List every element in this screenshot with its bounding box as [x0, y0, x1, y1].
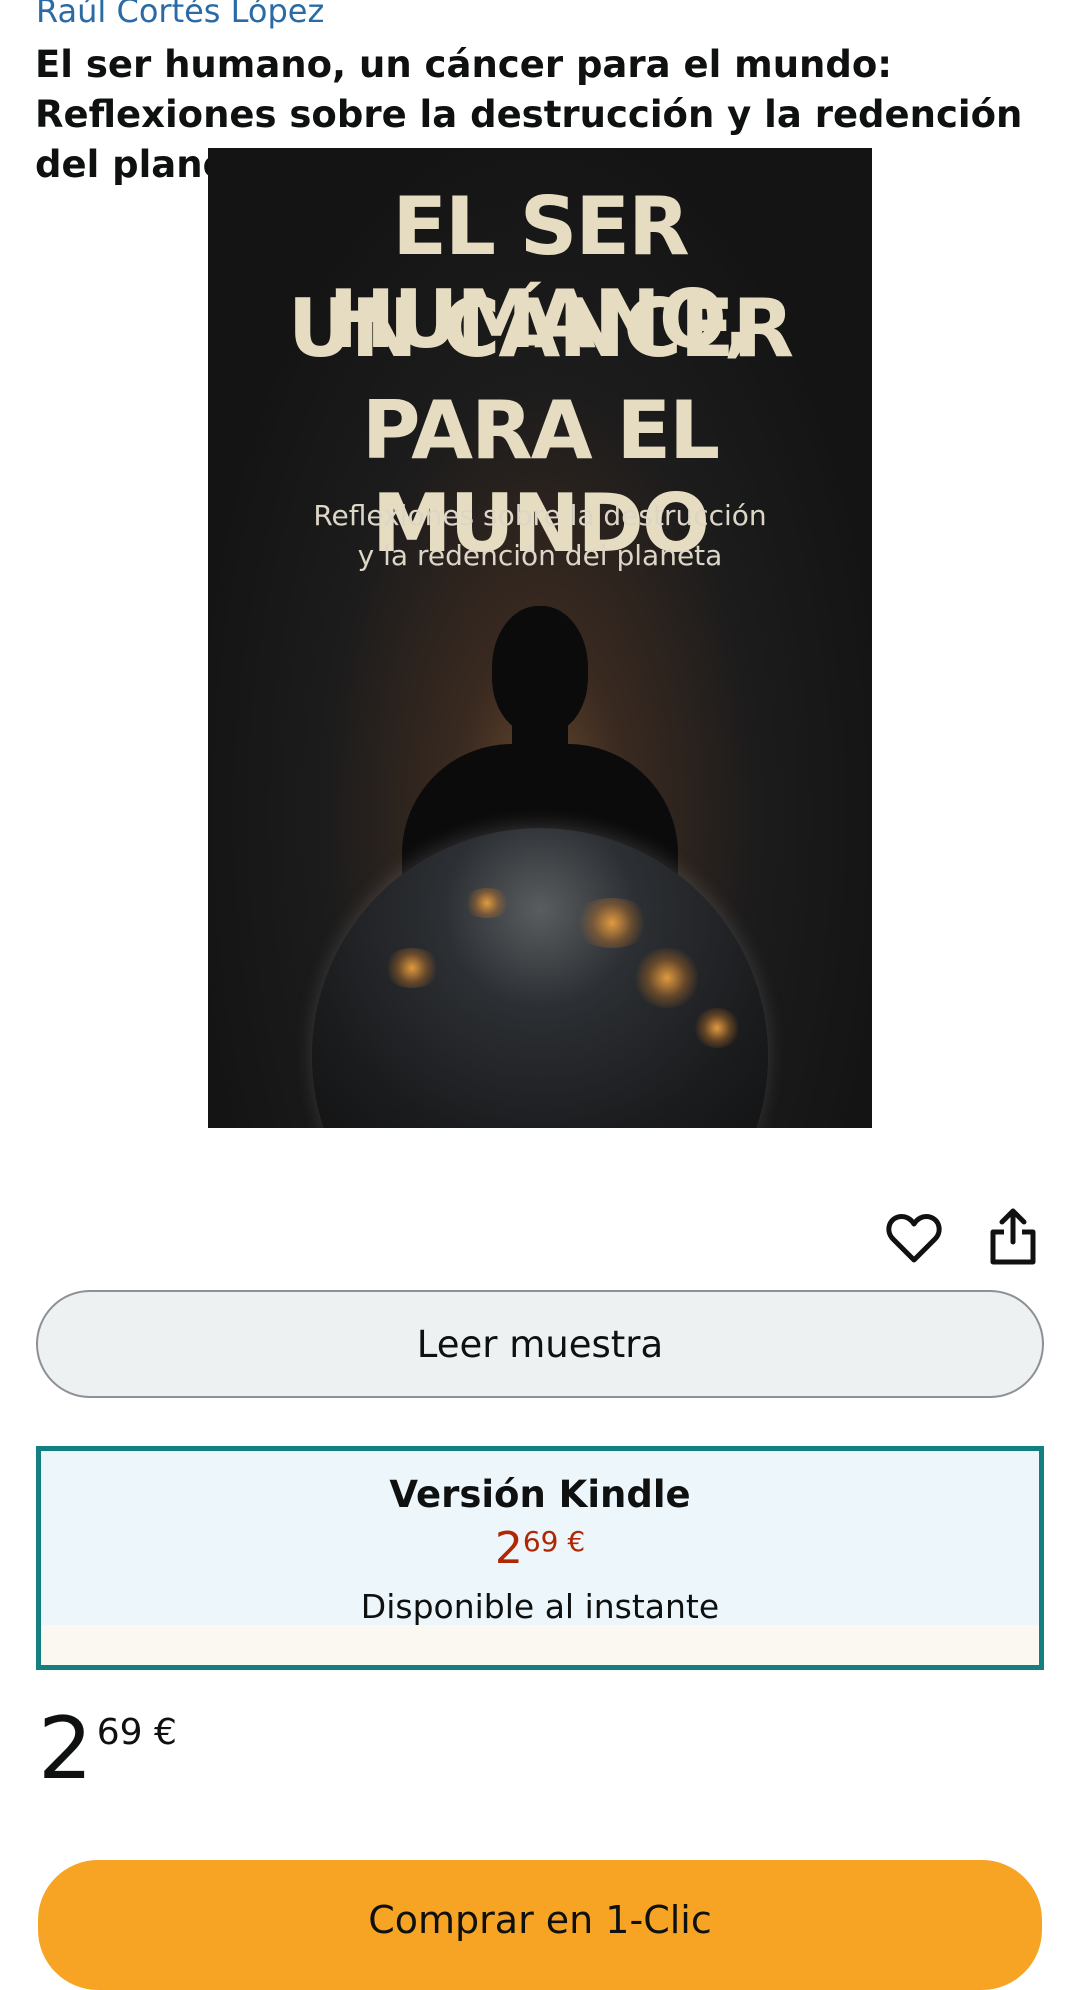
format-price-fraction: 69 € [522, 1525, 586, 1558]
format-box-footer [41, 1625, 1039, 1665]
price-fraction: 69 € [96, 1712, 177, 1753]
format-option-kindle[interactable]: Versión Kindle 269 € Disponible al insta… [36, 1446, 1044, 1670]
author-link[interactable]: Raúl Cortés López [36, 0, 324, 30]
format-name: Versión Kindle [389, 1473, 691, 1516]
city-lights [632, 948, 702, 1008]
price-whole: 2 [38, 1699, 93, 1799]
read-sample-label: Leer muestra [416, 1322, 664, 1366]
book-cover-image[interactable]: EL SER HUMANO, UN CÁNCER PARA EL MUNDO R… [208, 148, 872, 1128]
read-sample-button[interactable]: Leer muestra [36, 1290, 1044, 1398]
buy-one-click-label: Comprar en 1-Clic [368, 1898, 712, 1942]
share-icon[interactable] [988, 1208, 1038, 1266]
heart-icon[interactable] [886, 1212, 942, 1264]
format-price-whole: 2 [494, 1523, 523, 1574]
cover-subtitle-line: Reflexiones sobre la destrucción [313, 499, 767, 532]
city-lights [382, 948, 442, 988]
cover-subtitle-line: y la redención del planeta [357, 539, 723, 572]
product-price: 2 69 € [38, 1706, 177, 1792]
cover-globe [312, 828, 768, 1128]
cover-title-line: UN CÁNCER [287, 282, 794, 375]
buy-one-click-button[interactable]: Comprar en 1-Clic [38, 1860, 1042, 1990]
cover-silhouette-head [492, 606, 588, 734]
city-lights [572, 898, 652, 948]
city-lights [692, 1008, 742, 1048]
format-availability: Disponible al instante [360, 1587, 720, 1626]
format-price: 269 € [41, 1523, 1039, 1574]
city-lights [462, 888, 512, 918]
